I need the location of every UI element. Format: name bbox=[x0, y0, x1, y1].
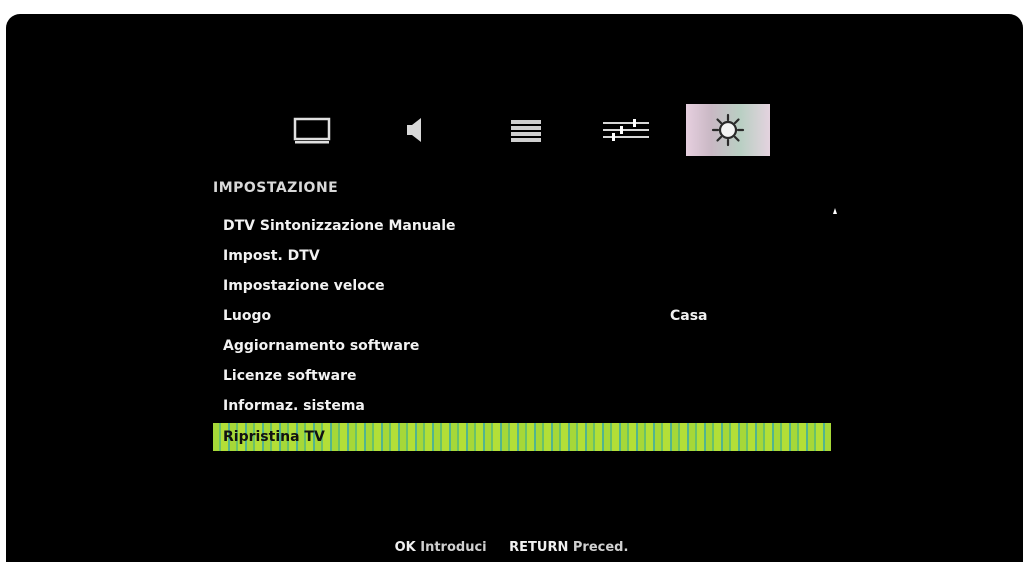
tab-channels[interactable] bbox=[484, 104, 568, 156]
channel-list-icon bbox=[511, 120, 541, 142]
tab-picture[interactable] bbox=[270, 104, 354, 156]
osd-menu-screen: IMPOSTAZIONE DTV Sintonizzazione Manuale… bbox=[0, 0, 1023, 562]
menu-title: IMPOSTAZIONE bbox=[213, 180, 339, 196]
menu-item-label: Licenze software bbox=[223, 368, 357, 384]
tab-adjust[interactable] bbox=[584, 104, 668, 156]
speaker-icon bbox=[407, 118, 421, 142]
ok-key-hint: OK bbox=[394, 540, 416, 555]
menu-item-quick-setup[interactable]: Impostazione veloce bbox=[213, 271, 831, 301]
menu-item-label: DTV Sintonizzazione Manuale bbox=[223, 218, 456, 234]
menu-item-label: Impost. DTV bbox=[223, 248, 320, 264]
tv-picture-icon bbox=[293, 117, 331, 144]
return-action-label: Preced. bbox=[572, 540, 629, 555]
ok-action-label: Introduci bbox=[420, 540, 487, 555]
menu-item-system-info[interactable]: Informaz. sistema bbox=[213, 391, 831, 421]
menu-item-dtv-settings[interactable]: Impost. DTV bbox=[213, 241, 831, 271]
menu-item-label: Impostazione veloce bbox=[223, 278, 385, 294]
location-value: Casa bbox=[670, 308, 708, 324]
scroll-up-arrow-icon[interactable] bbox=[833, 208, 837, 214]
menu-item-label: Ripristina TV bbox=[223, 429, 325, 445]
settings-menu-list: DTV Sintonizzazione Manuale Impost. DTV … bbox=[213, 211, 831, 451]
sliders-icon bbox=[603, 119, 649, 141]
tab-setup[interactable] bbox=[686, 104, 770, 156]
menu-item-label: Luogo bbox=[223, 308, 272, 324]
menu-item-reset-tv[interactable]: Ripristina TV bbox=[213, 423, 831, 451]
menu-item-location[interactable]: Luogo Casa bbox=[213, 301, 831, 331]
return-key-hint: RETURN bbox=[509, 540, 569, 555]
button-hints-footer: OK Introduci RETURN Preced. bbox=[0, 540, 1023, 555]
tab-sound[interactable] bbox=[374, 104, 458, 156]
menu-item-software-licenses[interactable]: Licenze software bbox=[213, 361, 831, 391]
menu-item-label: Aggiornamento software bbox=[223, 338, 420, 354]
menu-tab-bar bbox=[270, 104, 782, 156]
menu-item-label: Informaz. sistema bbox=[223, 398, 365, 414]
menu-item-software-update[interactable]: Aggiornamento software bbox=[213, 331, 831, 361]
menu-item-dtv-manual-tuning[interactable]: DTV Sintonizzazione Manuale bbox=[213, 211, 831, 241]
gear-icon bbox=[711, 113, 745, 147]
